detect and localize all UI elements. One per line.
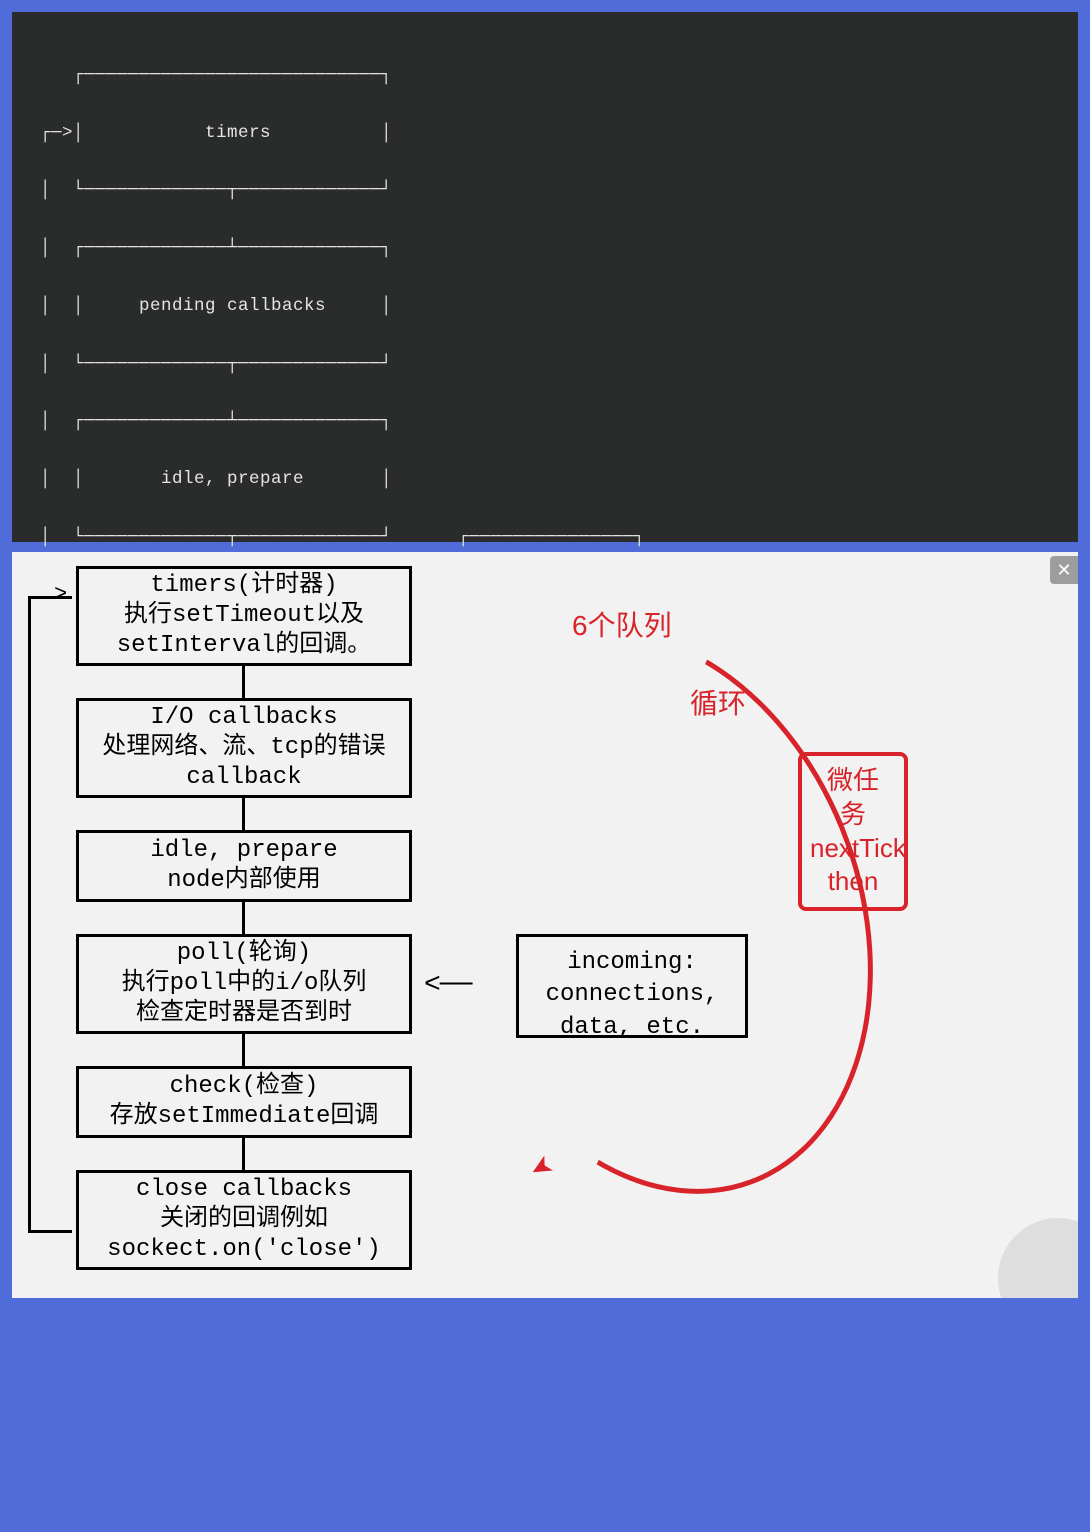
connector bbox=[242, 1138, 245, 1170]
ascii-line: │ │ pending callbacks │ bbox=[40, 292, 1050, 321]
ascii-line: │ └─────────────┬─────────────┘ bbox=[40, 350, 1050, 379]
loop-arrowhead-icon: > bbox=[54, 582, 67, 607]
red-arrowhead-icon: ➤ bbox=[518, 1139, 561, 1191]
corner-bubble-icon bbox=[998, 1218, 1078, 1298]
loop-return-vertical bbox=[28, 596, 31, 1232]
phase-box-poll: poll(轮询) 执行poll中的i/o队列 检查定时器是否到时 bbox=[76, 934, 412, 1034]
phase-box-check: check(检查) 存放setImmediate回调 bbox=[76, 1066, 412, 1138]
phase-desc: 处理网络、流、tcp的错误 callback bbox=[102, 733, 385, 793]
connector bbox=[242, 798, 245, 830]
phase-title: idle, prepare bbox=[150, 836, 337, 866]
ascii-line: │ │ idle, prepare │ bbox=[40, 465, 1050, 494]
connector bbox=[242, 902, 245, 934]
connector bbox=[242, 666, 245, 698]
ascii-line: │ ┌─────────────┴─────────────┐ bbox=[40, 234, 1050, 263]
phase-title: poll(轮询) bbox=[177, 939, 311, 969]
phase-idle-label: idle, prepare bbox=[161, 469, 304, 489]
phase-desc: 执行poll中的i/o队列 检查定时器是否到时 bbox=[122, 969, 367, 1029]
phase-pending-label: pending callbacks bbox=[139, 296, 326, 316]
connector bbox=[242, 1034, 245, 1066]
ascii-line: ┌───────────────────────────┐ bbox=[40, 61, 1050, 90]
phase-title: close callbacks bbox=[136, 1175, 352, 1205]
annotated-event-loop-diagram: ✕ > timers(计时器) 执行setTimeout以及 setInterv… bbox=[12, 552, 1078, 1298]
ascii-line: ┌─>│ timers │ bbox=[40, 119, 1050, 148]
phase-desc: 存放setImmediate回调 bbox=[110, 1102, 379, 1132]
ascii-line: │ ┌─────────────┴─────────────┐ bbox=[40, 407, 1050, 436]
phase-title: check(检查) bbox=[170, 1072, 319, 1102]
phase-desc: node内部使用 bbox=[167, 866, 321, 896]
ascii-line: │ └─────────────┬─────────────┘ bbox=[40, 176, 1050, 205]
phase-title: I/O callbacks bbox=[150, 703, 337, 733]
loop-return-bottom bbox=[28, 1230, 72, 1233]
phase-box-timers: timers(计时器) 执行setTimeout以及 setInterval的回… bbox=[76, 566, 412, 666]
phase-box-io: I/O callbacks 处理网络、流、tcp的错误 callback bbox=[76, 698, 412, 798]
phase-desc: 执行setTimeout以及 setInterval的回调。 bbox=[117, 601, 371, 661]
phase-box-idle: idle, prepare node内部使用 bbox=[76, 830, 412, 902]
phase-box-close: close callbacks 关闭的回调例如 sockect.on('clos… bbox=[76, 1170, 412, 1270]
close-icon[interactable]: ✕ bbox=[1050, 556, 1078, 584]
ascii-line: │ └─────────────┬─────────────┘ ┌───────… bbox=[40, 523, 1050, 552]
ascii-event-loop-diagram: ┌───────────────────────────┐ ┌─>│ timer… bbox=[12, 12, 1078, 542]
red-loop-arrow bbox=[355, 568, 948, 1257]
phase-timers-label: timers bbox=[205, 123, 271, 143]
phase-desc: 关闭的回调例如 sockect.on('close') bbox=[107, 1205, 381, 1265]
phase-title: timers(计时器) bbox=[150, 571, 337, 601]
